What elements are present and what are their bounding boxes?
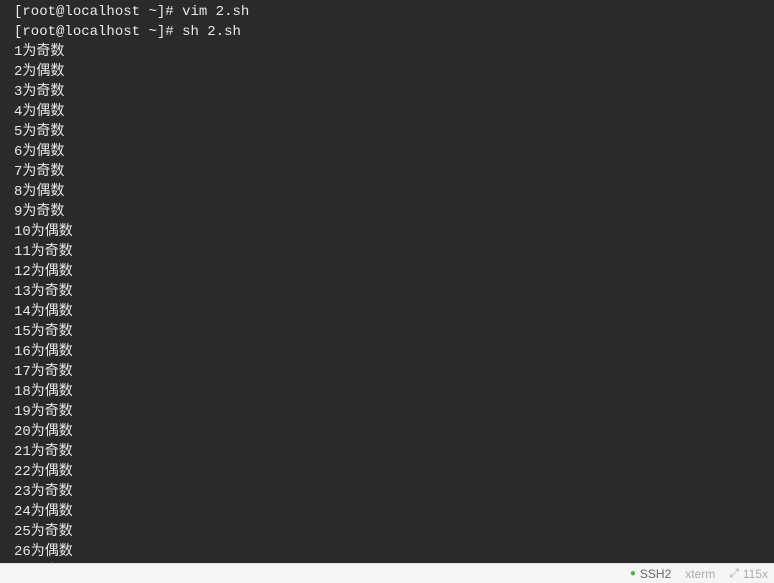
size-icon: ⤢ (729, 566, 739, 581)
status-bar: ● SSH2 xterm ⤢ 115x (0, 563, 774, 583)
output-line: 17为奇数 (14, 362, 760, 382)
output-line: 1为奇数 (14, 42, 760, 62)
term-label: xterm (685, 567, 715, 581)
command-text: sh 2.sh (182, 24, 241, 40)
output-line: 8为偶数 (14, 182, 760, 202)
output-line: 23为奇数 (14, 482, 760, 502)
output-line: 20为偶数 (14, 422, 760, 442)
prompt-cwd: ~ (148, 4, 156, 20)
output-line: 5为奇数 (14, 122, 760, 142)
output-line: 7为奇数 (14, 162, 760, 182)
command-text: vim 2.sh (182, 4, 249, 20)
status-protocol: ● SSH2 (630, 567, 671, 581)
prompt-line-2: [root@localhost ~]# sh 2.sh (14, 22, 760, 42)
size-label: 115x (743, 567, 768, 581)
output-line: 24为偶数 (14, 502, 760, 522)
output-line: 4为偶数 (14, 102, 760, 122)
prompt-user: root (22, 24, 56, 40)
output-line: 25为奇数 (14, 522, 760, 542)
output-line: 26为偶数 (14, 542, 760, 562)
prompt-cwd: ~ (148, 24, 156, 40)
output-line: 3为奇数 (14, 82, 760, 102)
prompt-user: root (22, 4, 56, 20)
prompt-host: localhost (64, 4, 140, 20)
output-line: 11为奇数 (14, 242, 760, 262)
output-line: 13为奇数 (14, 282, 760, 302)
output-line: 21为奇数 (14, 442, 760, 462)
ready-icon: ● (630, 568, 636, 579)
output-line: 22为偶数 (14, 462, 760, 482)
bracket-close: ] (157, 4, 165, 20)
output-line: 19为奇数 (14, 402, 760, 422)
output-line: 10为偶数 (14, 222, 760, 242)
output-line: 16为偶数 (14, 342, 760, 362)
output-line: 15为奇数 (14, 322, 760, 342)
protocol-label: SSH2 (640, 567, 671, 581)
terminal-window[interactable]: [root@localhost ~]# vim 2.sh [root@local… (0, 0, 774, 563)
status-term: xterm (685, 567, 715, 581)
output-line: 12为偶数 (14, 262, 760, 282)
output-line: 14为偶数 (14, 302, 760, 322)
bracket-close: ] (157, 24, 165, 40)
status-size: ⤢ 115x (729, 566, 768, 581)
prompt-host: localhost (64, 24, 140, 40)
prompt-line-1: [root@localhost ~]# vim 2.sh (14, 2, 760, 22)
output-line: 6为偶数 (14, 142, 760, 162)
prompt-symbol: # (165, 4, 182, 20)
output-container: 1为奇数2为偶数3为奇数4为偶数5为奇数6为偶数7为奇数8为偶数9为奇数10为偶… (14, 42, 760, 563)
output-line: 9为奇数 (14, 202, 760, 222)
output-line: 2为偶数 (14, 62, 760, 82)
prompt-symbol: # (165, 24, 182, 40)
output-line: 18为偶数 (14, 382, 760, 402)
